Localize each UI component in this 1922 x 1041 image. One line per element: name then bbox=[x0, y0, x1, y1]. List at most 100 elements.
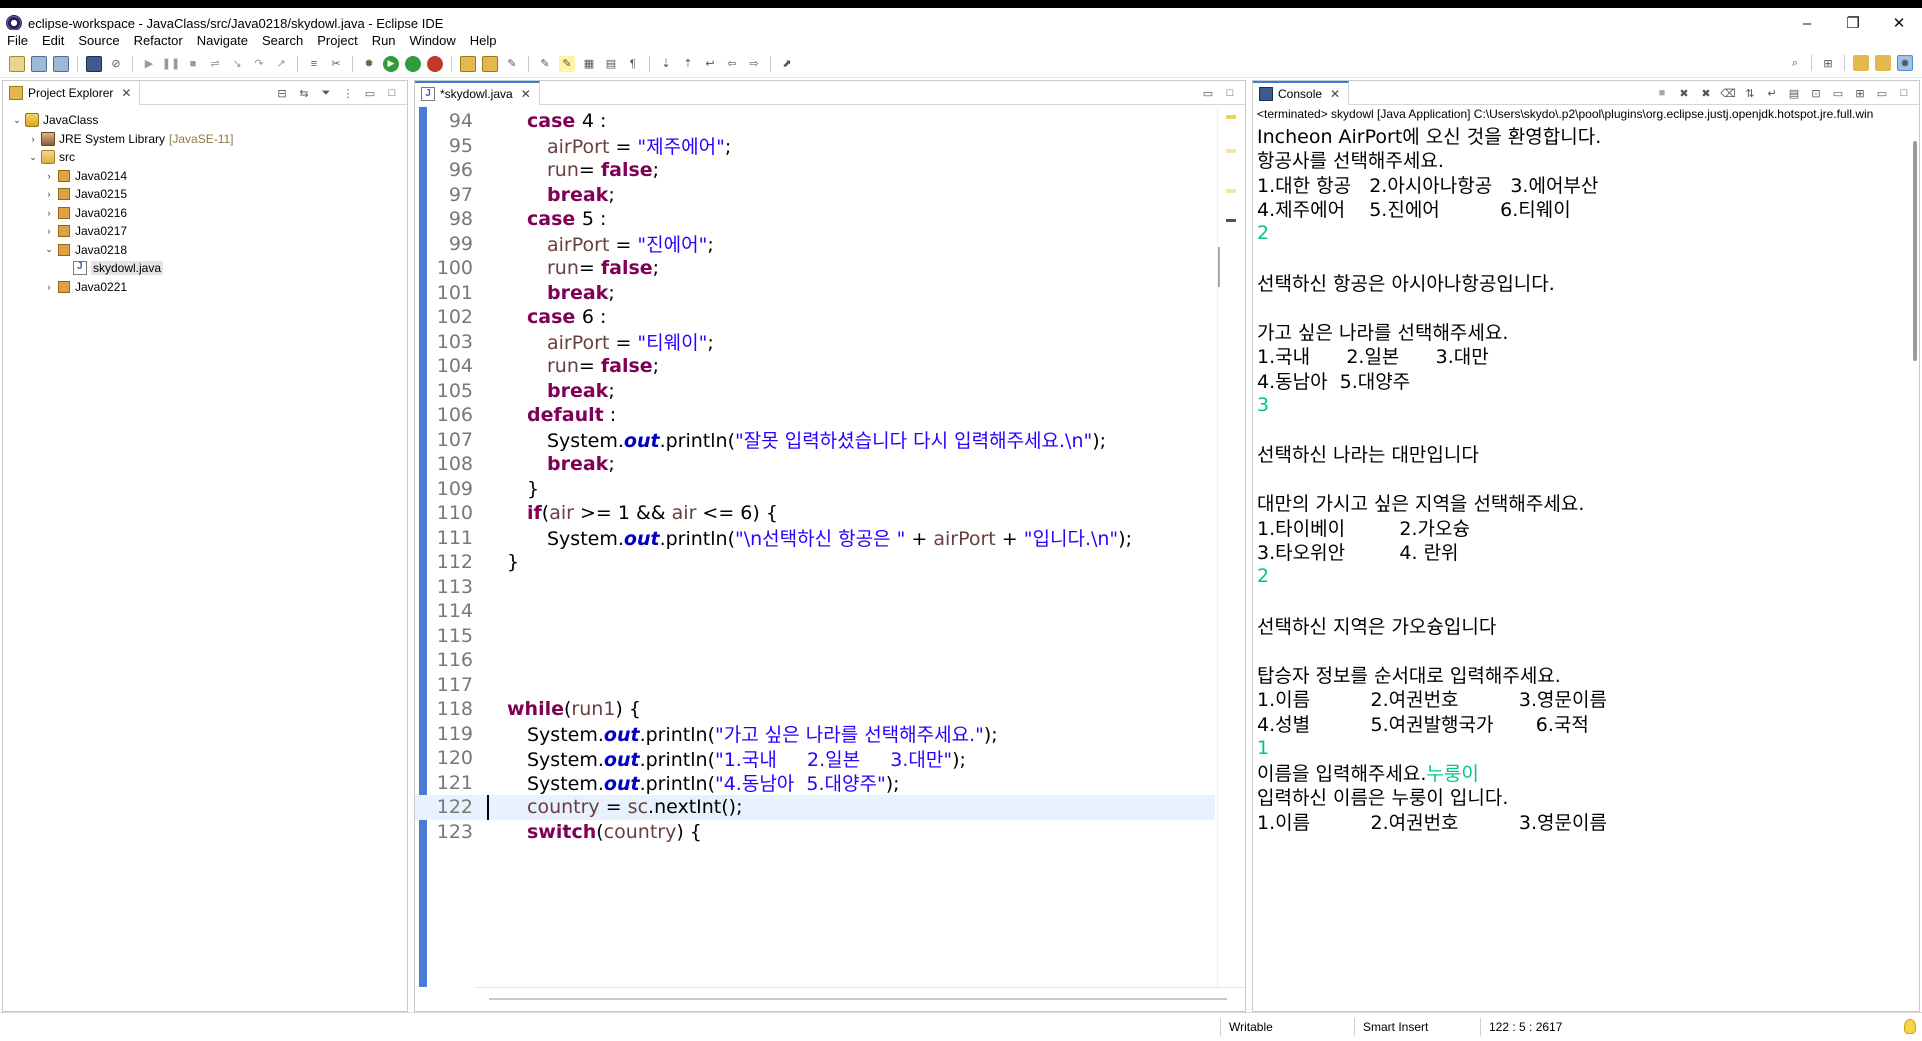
save-all-icon[interactable] bbox=[53, 55, 69, 72]
code-line[interactable]: 114 bbox=[415, 599, 1215, 624]
editor-vertical-scrollbar[interactable] bbox=[1218, 247, 1220, 287]
show-on-output-icon[interactable]: ▤ bbox=[1786, 85, 1802, 101]
console-vertical-scrollbar[interactable] bbox=[1913, 141, 1917, 361]
code-line[interactable]: 99 airPort = "진에어"; bbox=[415, 232, 1215, 257]
search-toolbar-icon[interactable]: ✎ bbox=[504, 56, 520, 72]
show-whitespace-icon[interactable]: ¶ bbox=[625, 56, 641, 72]
code-line[interactable]: 112} bbox=[415, 550, 1215, 575]
status-insert-mode[interactable]: Smart Insert bbox=[1354, 1018, 1488, 1036]
code-line[interactable]: 107 System.out.println("잘못 입력하셨습니다 다시 입력해… bbox=[415, 428, 1215, 453]
menu-refactor[interactable]: Refactor bbox=[127, 33, 190, 48]
scroll-lock-icon[interactable]: ⇅ bbox=[1742, 85, 1758, 101]
chevron-right-icon[interactable]: › bbox=[43, 226, 55, 236]
tree-item[interactable]: skydowl.java bbox=[59, 259, 164, 277]
code-line[interactable]: 104 run= false; bbox=[415, 354, 1215, 379]
code-line[interactable]: 95 airPort = "제주에어"; bbox=[415, 134, 1215, 159]
code-line[interactable]: 119 System.out.println("가고 싶은 나라를 선택해주세요.… bbox=[415, 722, 1215, 747]
new-java-project-icon[interactable] bbox=[460, 55, 476, 72]
tab-console[interactable]: Console ✕ bbox=[1253, 80, 1350, 105]
menu-search[interactable]: Search bbox=[255, 33, 310, 48]
step-return-icon[interactable]: ↗ bbox=[273, 56, 289, 72]
search-icon[interactable]: ⌕ bbox=[1787, 55, 1803, 71]
forward-icon[interactable]: ⇨ bbox=[746, 56, 762, 72]
run-icon[interactable]: ▶ bbox=[383, 55, 399, 72]
next-annotation-icon[interactable]: ⇣ bbox=[658, 56, 674, 72]
tree-item[interactable]: ⌄ Java0218 bbox=[43, 241, 127, 259]
code-line[interactable]: 94 case 4 : bbox=[415, 109, 1215, 134]
code-line[interactable]: 111 System.out.println("\n선택하신 항공은 " + ai… bbox=[415, 526, 1215, 551]
menu-project[interactable]: Project bbox=[310, 33, 364, 48]
code-line[interactable]: 116 bbox=[415, 648, 1215, 673]
display-console-icon[interactable]: ▭ bbox=[1830, 85, 1846, 101]
chevron-right-icon[interactable]: › bbox=[27, 134, 39, 144]
toggle-mark-occurrences-icon[interactable]: ✎ bbox=[537, 56, 553, 72]
tab-skydowl-java[interactable]: J *skydowl.java ✕ bbox=[415, 80, 540, 105]
code-line[interactable]: 120 System.out.println("1.국내 2.일본 3.대만"); bbox=[415, 746, 1215, 771]
tree-item[interactable]: ⌄ JavaClass bbox=[11, 111, 98, 129]
collapse-all-icon[interactable]: ⊟ bbox=[274, 85, 290, 101]
java-ee-perspective-icon[interactable] bbox=[1853, 55, 1869, 71]
link-with-editor-icon[interactable]: ⇆ bbox=[296, 85, 312, 101]
filter-icon[interactable]: ⏷ bbox=[318, 85, 334, 101]
chevron-down-icon[interactable]: ⌄ bbox=[11, 115, 23, 126]
debug-perspective-icon[interactable]: ✹ bbox=[1897, 55, 1913, 71]
menu-run[interactable]: Run bbox=[365, 33, 403, 48]
menu-help[interactable]: Help bbox=[463, 33, 504, 48]
tree-item[interactable]: › Java0215 bbox=[43, 185, 128, 203]
step-into-icon[interactable]: ↘ bbox=[229, 56, 245, 72]
menu-edit[interactable]: Edit bbox=[35, 33, 71, 48]
maximize-view-icon[interactable]: □ bbox=[1222, 85, 1238, 101]
code-line[interactable]: 118 while(run1) { bbox=[415, 697, 1215, 722]
annotation-marker[interactable] bbox=[1226, 219, 1236, 222]
run-coverage-icon[interactable] bbox=[405, 55, 421, 72]
remove-launch-icon[interactable]: ✖ bbox=[1676, 85, 1692, 101]
code-line[interactable]: 96 run= false; bbox=[415, 158, 1215, 183]
word-wrap-console-icon[interactable]: ↵ bbox=[1764, 85, 1780, 101]
new-icon[interactable] bbox=[9, 55, 25, 72]
code-line[interactable]: 102 case 6 : bbox=[415, 305, 1215, 330]
annotation-marker[interactable] bbox=[1226, 149, 1236, 153]
code-line[interactable]: 106 default : bbox=[415, 403, 1215, 428]
open-perspective-icon[interactable]: ⊞ bbox=[1820, 55, 1836, 71]
disconnect-icon[interactable]: ⇌ bbox=[207, 56, 223, 72]
remove-all-terminated-icon[interactable]: ✖ bbox=[1698, 85, 1714, 101]
maximize-view-icon[interactable]: □ bbox=[384, 85, 400, 101]
terminal-icon[interactable] bbox=[86, 55, 102, 72]
annotation-marker[interactable] bbox=[1226, 189, 1236, 193]
chevron-right-icon[interactable]: › bbox=[43, 189, 55, 199]
editor-horizontal-scrollbar[interactable] bbox=[475, 987, 1245, 1011]
code-line[interactable]: 109} bbox=[415, 477, 1215, 502]
java-perspective-icon[interactable] bbox=[1875, 55, 1891, 71]
coverage-icon[interactable]: ✂ bbox=[328, 56, 344, 72]
view-menu-icon[interactable]: ⋮ bbox=[340, 85, 356, 101]
collapse-icon[interactable]: ≡ bbox=[306, 56, 322, 72]
code-line[interactable]: 122 country = sc.nextInt(); bbox=[415, 795, 1215, 820]
step-over-icon[interactable]: ↷ bbox=[251, 56, 267, 72]
maximize-view-icon[interactable]: □ bbox=[1896, 85, 1912, 101]
tip-of-the-day-icon[interactable] bbox=[1904, 1019, 1916, 1034]
code-line[interactable]: 123 switch(country) { bbox=[415, 820, 1215, 845]
code-line[interactable]: 113 bbox=[415, 575, 1215, 600]
open-console-icon[interactable]: ⊞ bbox=[1852, 85, 1868, 101]
back-icon[interactable]: ⇦ bbox=[724, 56, 740, 72]
tree-item[interactable]: › Java0217 bbox=[43, 222, 128, 240]
menu-file[interactable]: File bbox=[0, 33, 35, 48]
open-type-icon[interactable] bbox=[482, 55, 498, 72]
previous-annotation-icon[interactable]: ⇡ bbox=[680, 56, 696, 72]
overview-ruler[interactable] bbox=[1217, 107, 1245, 987]
code-line[interactable]: 121 System.out.println("4.동남아 5.대양주"); bbox=[415, 771, 1215, 796]
code-editor[interactable]: 94 case 4 :95 airPort = "제주에어"; 96 run= fals… bbox=[415, 107, 1215, 987]
save-icon[interactable] bbox=[31, 55, 47, 72]
menu-source[interactable]: Source bbox=[71, 33, 126, 48]
chevron-right-icon[interactable]: › bbox=[43, 208, 55, 218]
tree-item[interactable]: › JRE System Library [JavaSE-11] bbox=[27, 130, 234, 148]
code-line[interactable]: 105 break; bbox=[415, 379, 1215, 404]
minimize-view-icon[interactable]: ▭ bbox=[1200, 85, 1216, 101]
console-output[interactable]: Incheon AirPort에 오신 것을 환영합니다. 항공사를 선택해주세요… bbox=[1257, 123, 1907, 979]
chevron-right-icon[interactable]: › bbox=[43, 171, 55, 181]
terminate-console-icon[interactable]: ■ bbox=[1654, 85, 1670, 101]
close-icon[interactable]: ✕ bbox=[121, 86, 131, 100]
code-line[interactable]: 108 break; bbox=[415, 452, 1215, 477]
minimize-view-icon[interactable]: ▭ bbox=[1874, 85, 1890, 101]
code-line[interactable]: 115 bbox=[415, 624, 1215, 649]
